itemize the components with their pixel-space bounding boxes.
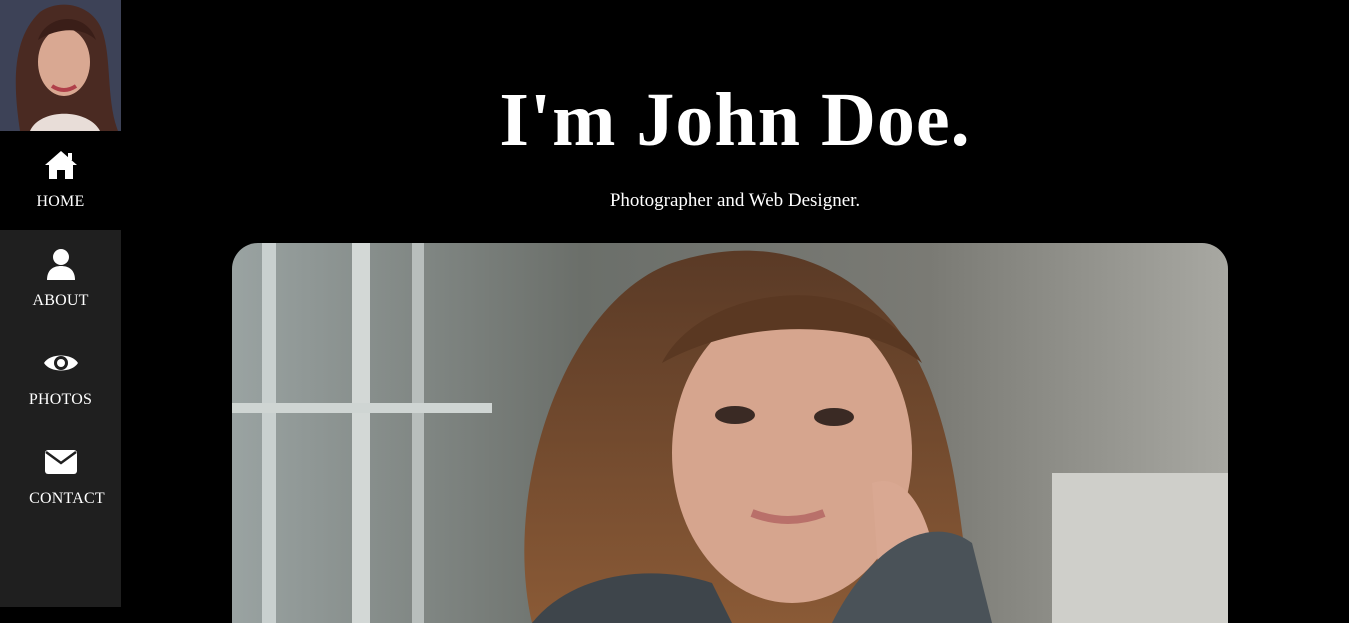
nav-item-about[interactable]: ABOUT [0,230,121,329]
avatar [0,0,121,131]
hero-photo [232,243,1228,623]
eye-icon [0,345,121,381]
nav-item-label: HOME [36,193,85,210]
nav-item-photos[interactable]: PHOTOS [0,329,121,428]
home-icon [0,147,121,183]
main-content: I'm John Doe. Photographer and Web Desig… [121,0,1349,623]
avatar-image [0,0,121,131]
envelope-icon [0,444,121,480]
nav-item-label: PHOTOS [28,391,93,408]
nav-item-contact[interactable]: CONTACT [0,428,121,527]
nav-item-label: ABOUT [32,292,89,309]
nav-item-home[interactable]: HOME [0,131,121,230]
sidebar-nav: HOME ABOUT PHOTOS CONTACT [0,0,121,607]
nav-item-label: CONTACT [29,490,105,507]
user-icon [0,246,121,282]
page-subtitle: Photographer and Web Designer. [609,190,861,211]
page-title: I'm John Doe. [499,78,971,162]
